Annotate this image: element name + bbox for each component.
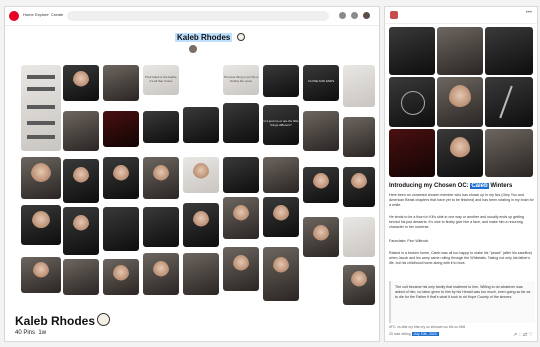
board-title: Kaleb Rhodes: [175, 33, 245, 42]
mosaic-image[interactable]: [437, 27, 483, 75]
notifications-icon[interactable]: [339, 12, 346, 19]
pinterest-topbar: Home Explore Create: [5, 7, 379, 26]
pin-image[interactable]: [263, 65, 299, 97]
pin-image[interactable]: [223, 247, 259, 291]
mosaic-image[interactable]: [485, 129, 533, 177]
mosaic-image[interactable]: [437, 129, 483, 177]
reblog-icon[interactable]: ⇄: [523, 332, 527, 338]
mosaic-image[interactable]: [485, 27, 533, 75]
pin-image[interactable]: [223, 103, 259, 143]
pin-image[interactable]: [63, 65, 99, 101]
post-date: July 10th, 2023: [411, 332, 439, 336]
pin-quote[interactable]: Is it just me or are the little things d…: [263, 105, 299, 145]
pin-image[interactable]: [263, 157, 299, 193]
pin-image[interactable]: [21, 257, 61, 293]
pin-image[interactable]: [63, 159, 99, 203]
pin-image[interactable]: [343, 217, 375, 257]
pin-quote[interactable]: CLOSE AND ENDS: [303, 65, 339, 101]
pinterest-board-panel: Home Explore Create Kaleb Rhodes Their b…: [4, 6, 380, 342]
post-paragraph: Raised in a broken home, Caleb was all t…: [389, 251, 533, 265]
board-footer: Kaleb Rhodes 40 Pins 1w: [15, 313, 111, 336]
pin-quote[interactable]: Their black is the fearlie, it's all tha…: [143, 65, 179, 95]
pin-image[interactable]: [343, 167, 375, 207]
pin-image[interactable]: [103, 207, 139, 251]
pin-image[interactable]: [21, 205, 61, 245]
mosaic-image[interactable]: [389, 129, 435, 177]
mosaic-image[interactable]: [389, 77, 435, 127]
pin-image[interactable]: [183, 253, 219, 295]
pin-image[interactable]: [103, 259, 139, 295]
post-paragraph: Here been an unnamed chosen member who h…: [389, 193, 534, 207]
post-paragraph: He tends to be a thorn in Kit's side in …: [389, 215, 524, 229]
pin-notes[interactable]: [21, 65, 61, 151]
post-image-mosaic: [389, 27, 533, 177]
messages-icon[interactable]: [351, 12, 358, 19]
like-icon[interactable]: ♡: [529, 332, 533, 338]
pin-image[interactable]: [303, 167, 339, 203]
board-meta: 40 Pins 1w: [15, 330, 110, 336]
mosaic-image[interactable]: [389, 27, 435, 75]
pin-quote[interactable]: The best thing in our life is finding th…: [223, 65, 259, 95]
pin-image[interactable]: [263, 247, 299, 301]
nav-home[interactable]: Home: [23, 12, 34, 17]
pin-image[interactable]: [143, 253, 179, 295]
skull-icon: [97, 313, 111, 326]
comment-icon[interactable]: ◌: [519, 332, 522, 338]
reblog-quote: The cult became his only family that mat…: [389, 281, 535, 323]
post-notes[interactable]: 33 note reblog July 10th, 2023: [389, 332, 439, 336]
post-tags[interactable]: #FC: vs #far cry #far cry oc #chosen oc …: [389, 325, 465, 329]
pin-image[interactable]: [303, 111, 339, 151]
skull-icon: [236, 33, 245, 41]
pin-image[interactable]: [223, 157, 259, 193]
pin-image[interactable]: [183, 203, 219, 247]
pin-image[interactable]: [21, 157, 61, 199]
mosaic-image[interactable]: [437, 77, 483, 127]
reblog-text: The cult became his only family that mat…: [395, 285, 531, 299]
pin-image[interactable]: [183, 107, 219, 143]
pinterest-logo-icon[interactable]: [9, 11, 19, 21]
pin-quote-text: The best thing in our life is finding th…: [223, 75, 259, 83]
board-age: 1w: [38, 330, 47, 336]
pins-count: 40 Pins: [15, 330, 36, 336]
pin-quote-text: Their black is the fearlie, it's all tha…: [144, 75, 178, 83]
pin-image[interactable]: [103, 157, 139, 199]
pin-image[interactable]: [343, 65, 375, 107]
pin-image[interactable]: [183, 157, 219, 193]
post-author-name[interactable]: [401, 12, 402, 17]
pin-image[interactable]: [103, 65, 139, 101]
social-post-panel: ••• Introducing my Chosen OC: Caleb Wint…: [384, 6, 538, 342]
pin-image[interactable]: [143, 157, 179, 199]
post-paragraph: Faceclaim: Finn Wittrock: [389, 239, 429, 243]
search-input[interactable]: [67, 11, 329, 21]
pin-image[interactable]: [63, 259, 99, 295]
pin-image[interactable]: [143, 111, 179, 143]
share-icon[interactable]: ↗: [513, 332, 517, 338]
pin-image[interactable]: [343, 117, 375, 157]
pin-image[interactable]: [223, 197, 259, 239]
post-actions: ↗ ◌ ⇄ ♡: [513, 332, 533, 338]
owner-avatar[interactable]: [189, 45, 197, 53]
post-author-avatar[interactable]: [390, 11, 398, 19]
post-header: •••: [385, 7, 537, 24]
pin-image[interactable]: [343, 265, 375, 305]
post-heading: Introducing my Chosen OC: Caleb Winters: [389, 183, 513, 189]
pin-quote-text: Is it just me or are the little things d…: [263, 119, 299, 127]
more-options-icon[interactable]: •••: [526, 10, 532, 16]
board-name: Kaleb Rhodes: [15, 313, 111, 328]
mosaic-image[interactable]: [485, 77, 533, 127]
nav-create[interactable]: Create: [51, 12, 63, 17]
profile-avatar[interactable]: [363, 12, 370, 19]
pin-image[interactable]: [263, 197, 299, 237]
pin-image[interactable]: [303, 217, 339, 257]
pin-image[interactable]: [143, 207, 179, 247]
pin-image[interactable]: [63, 111, 99, 151]
pin-image[interactable]: [103, 111, 139, 147]
pin-image[interactable]: [63, 207, 99, 255]
nav-explore[interactable]: Explore: [35, 12, 49, 17]
pin-quote-text: CLOSE AND ENDS: [307, 79, 335, 83]
